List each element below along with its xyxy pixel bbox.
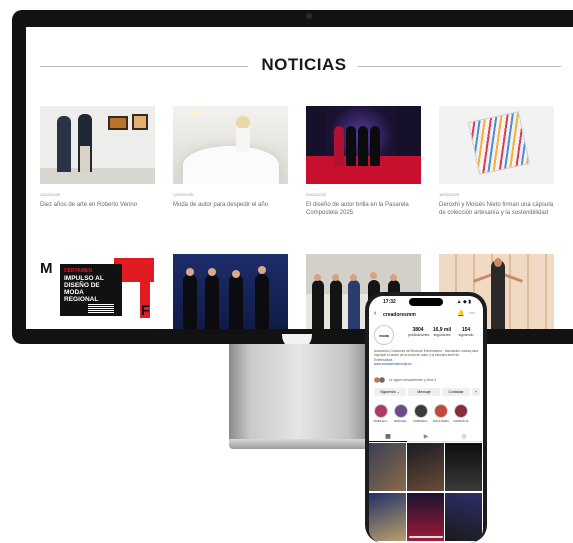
bell-icon[interactable]: 🔔 [457,310,464,317]
news-card[interactable]: 18/02/2025 Deroxhi y Moisés Nieto firman… [439,106,554,217]
following-count[interactable]: 154 siguiendo [456,327,476,337]
following-button[interactable]: Siguiendo ⌄ [374,388,406,396]
news-card[interactable] [173,254,288,329]
posts-grid [369,443,483,543]
news-thumbnail[interactable] [439,106,554,184]
camera-icon [306,13,312,19]
desktop-monitor: NOTICIAS 12/03/2025 Diez años de arte en… [12,10,573,344]
profile-header: ‹ creadoresmm 🔔 ⋯ [369,310,483,320]
dynamic-island [409,298,443,306]
monitor-stand [229,344,369,439]
smartphone: 17:32 ▲ ◆ ▮ ‹ creadoresmm 🔔 ⋯ moda 3804 p… [365,292,487,543]
divider [40,66,248,67]
highlight-item[interactable]: MODA DE... [393,404,409,423]
highlight-item[interactable]: NAVIDAD 24 [453,404,469,423]
device-mockup: NOTICIAS 12/03/2025 Diez años de arte en… [0,0,573,543]
website-screen: NOTICIAS 12/03/2025 Diez años de arte en… [26,27,573,329]
news-thumbnail[interactable] [40,106,155,184]
monitor-base [229,439,375,449]
add-user-button[interactable]: + [472,388,480,396]
news-title[interactable]: Deroxhi y Moisés Nieto firman una cápsul… [439,201,554,217]
news-title[interactable]: Moda de autor para despedir el año [173,201,288,209]
story-highlights: MODA ALC.. MODA DE... COMUNICA... MOLA M… [373,404,481,430]
contact-button[interactable]: Contactar [442,388,470,396]
news-date: 12/03/2025 [173,192,194,197]
profile-link[interactable]: www.creadoresdemoda.es [374,362,412,366]
status-time: 17:32 [383,299,396,305]
followers-count[interactable]: 16,9 mil seguidores [432,327,452,337]
post-thumbnail[interactable] [407,443,444,491]
home-indicator [409,536,443,538]
post-thumbnail[interactable] [445,443,482,491]
news-date: 18/02/2025 [439,192,460,197]
news-thumbnail[interactable] [173,106,288,184]
post-thumbnail[interactable] [369,443,406,491]
divider [358,66,561,67]
highlight-item[interactable]: MODA ALC.. [373,404,389,423]
news-title[interactable]: Diez años de arte en Roberto Verino [40,201,155,209]
reels-tab-icon[interactable]: ▶ [407,433,445,440]
news-thumbnail[interactable]: M CERTAMEN IMPULSO AL DISEÑO DE MODA REG… [40,254,155,329]
profile-username: creadoresmm [383,312,416,318]
poster-text: CERTAMEN IMPULSO AL DISEÑO DE MODA REGIO… [64,268,104,303]
follower-avatars [374,377,388,383]
poster-letter-m: M [40,260,53,277]
grid-tab-icon[interactable]: ▦ [369,433,407,442]
back-arrow-icon[interactable]: ‹ [374,310,376,318]
profile-bio: Asociación Creadores de Moda de Extremad… [374,349,479,367]
status-icons: ▲ ◆ ▮ [456,299,471,305]
poster-letter-f: F [141,302,150,318]
news-card[interactable]: 20/02/2025 El diseño de autor brilla en … [306,106,421,217]
page-title: NOTICIAS [261,55,347,74]
more-icon[interactable]: ⋯ [469,310,475,317]
news-thumbnail[interactable] [173,254,288,329]
tagged-tab-icon[interactable]: ◎ [445,433,483,440]
section-heading-row: NOTICIAS [40,55,561,77]
post-thumbnail[interactable] [445,493,482,541]
post-thumbnail[interactable] [369,493,406,541]
followed-by[interactable]: Le siguen creadoresmm y otros 3 [374,377,478,385]
post-thumbnail[interactable] [407,493,444,541]
news-date: 20/02/2025 [306,192,327,197]
highlight-item[interactable]: MOLA MODA [433,404,449,423]
profile-actions: Siguiendo ⌄ Mensaje Contactar + [374,388,480,397]
news-card[interactable]: M CERTAMEN IMPULSO AL DISEÑO DE MODA REG… [40,254,155,329]
avatar[interactable]: moda [374,325,394,345]
posts-count[interactable]: 3804 publicaciones [408,327,429,337]
news-card[interactable]: 12/03/2025 Diez años de arte en Roberto … [40,106,155,209]
news-thumbnail[interactable] [306,106,421,184]
news-card[interactable]: 12/03/2025 Moda de autor para despedir e… [173,106,288,209]
instagram-profile-screen: 17:32 ▲ ◆ ▮ ‹ creadoresmm 🔔 ⋯ moda 3804 p… [369,296,483,543]
news-title[interactable]: El diseño de autor brilla en la Pasarela… [306,201,421,217]
news-date: 12/03/2025 [40,192,61,197]
message-button[interactable]: Mensaje [408,388,440,396]
profile-tabs: ▦ ▶ ◎ [369,432,483,442]
profile-summary: moda 3804 publicaciones 16,9 mil seguidore… [374,323,480,349]
highlight-item[interactable]: COMUNICA... [413,404,429,423]
